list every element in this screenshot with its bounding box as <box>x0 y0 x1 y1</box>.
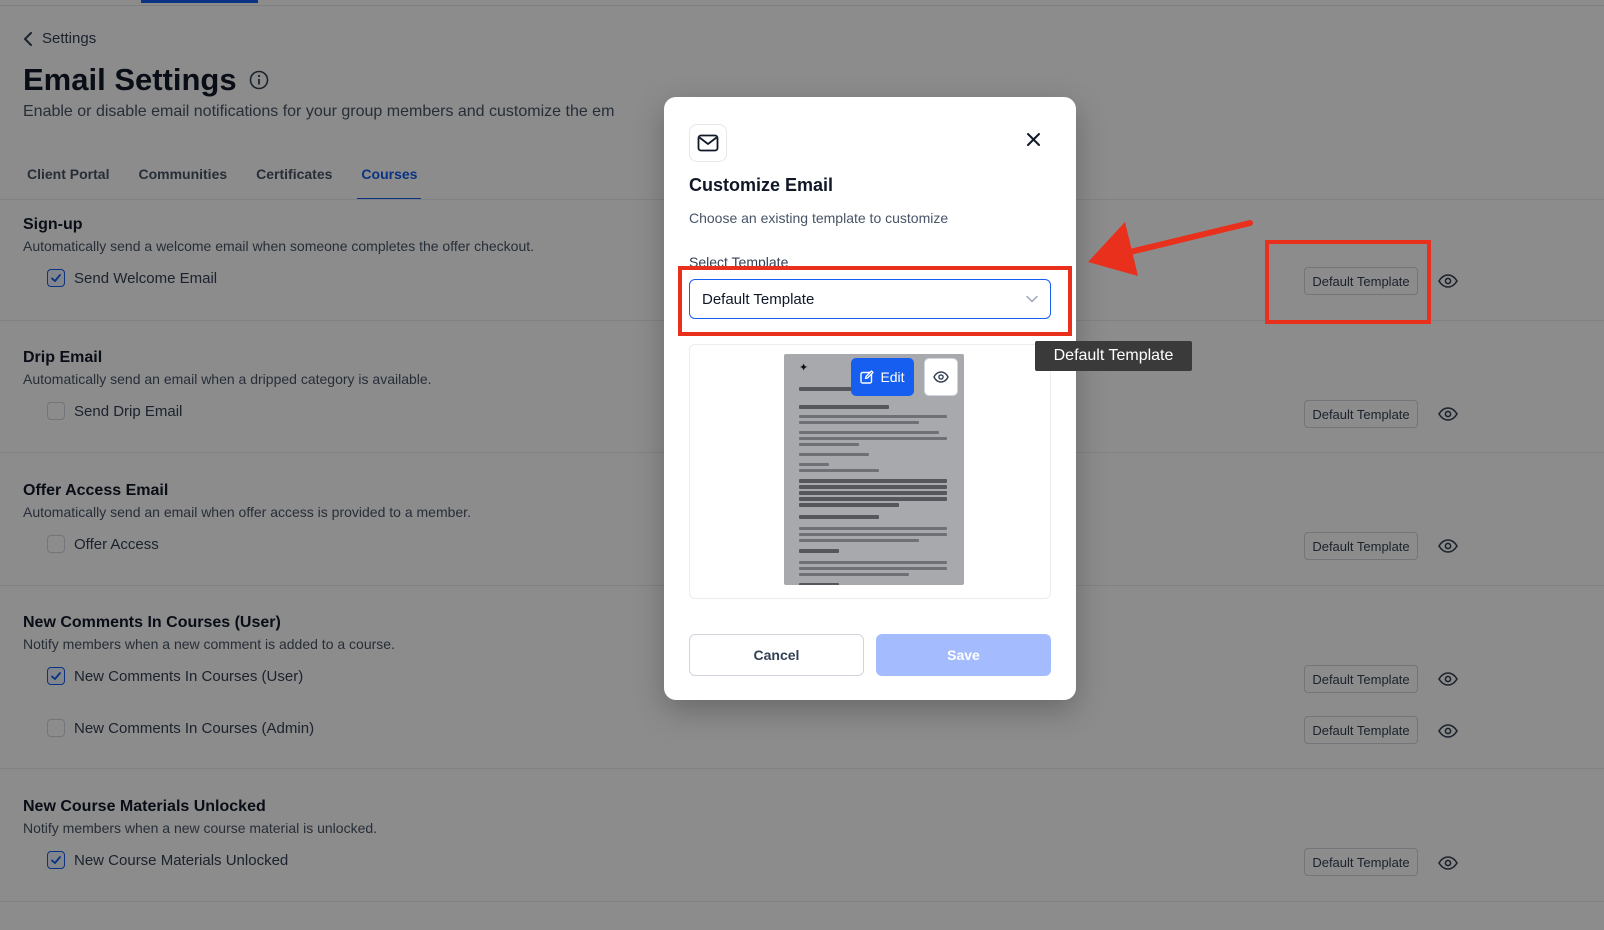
preview-template-button[interactable] <box>924 358 958 396</box>
thumbnail-text-line <box>799 437 947 440</box>
thumbnail-heading <box>799 491 947 495</box>
edit-button-label: Edit <box>880 369 905 385</box>
thumbnail-text-line <box>799 469 879 472</box>
save-button[interactable]: Save <box>876 634 1051 676</box>
thumbnail-heading <box>799 497 947 501</box>
thumbnail-text-line <box>799 431 939 434</box>
red-arrow-annotation <box>1088 220 1253 276</box>
thumbnail-text-line <box>799 415 947 418</box>
close-modal-button[interactable] <box>1022 128 1044 150</box>
edit-template-button[interactable]: Edit <box>851 358 914 396</box>
annotation-highlight-select <box>678 266 1072 336</box>
thumbnail-text-line <box>799 527 947 530</box>
mail-icon <box>697 134 719 152</box>
thumbnail-heading <box>799 583 839 585</box>
customize-email-modal: Customize Email Choose an existing templ… <box>664 97 1076 700</box>
thumbnail-text-line <box>799 443 859 446</box>
modal-subtitle: Choose an existing template to customize <box>689 210 949 226</box>
logo-star-icon: ✦ <box>799 362 809 374</box>
thumbnail-text-line <box>799 453 869 456</box>
thumbnail-heading <box>799 503 899 507</box>
thumbnail-text-line <box>799 421 919 424</box>
thumbnail-text-line <box>799 573 909 576</box>
thumbnail-heading <box>799 549 839 553</box>
template-preview-container: ✦ Edit <box>689 344 1051 599</box>
thumbnail-heading <box>799 485 947 489</box>
thumbnail-heading <box>799 387 859 391</box>
thumbnail-text-line <box>799 463 829 466</box>
thumbnail-text-line <box>799 539 919 542</box>
thumbnail-heading <box>799 479 947 483</box>
thumbnail-text-line <box>799 533 947 536</box>
template-tooltip: Default Template <box>1035 341 1192 371</box>
thumbnail-text-line <box>799 567 947 570</box>
thumbnail-text-line <box>799 561 947 564</box>
mail-icon-container <box>689 124 727 162</box>
close-icon <box>1026 132 1040 146</box>
thumbnail-heading <box>799 405 889 409</box>
annotation-highlight-template-button <box>1265 240 1431 324</box>
modal-title: Customize Email <box>689 175 834 195</box>
edit-icon <box>860 370 875 384</box>
cancel-button[interactable]: Cancel <box>689 634 864 676</box>
eye-icon <box>933 371 949 383</box>
thumbnail-heading <box>799 515 879 519</box>
